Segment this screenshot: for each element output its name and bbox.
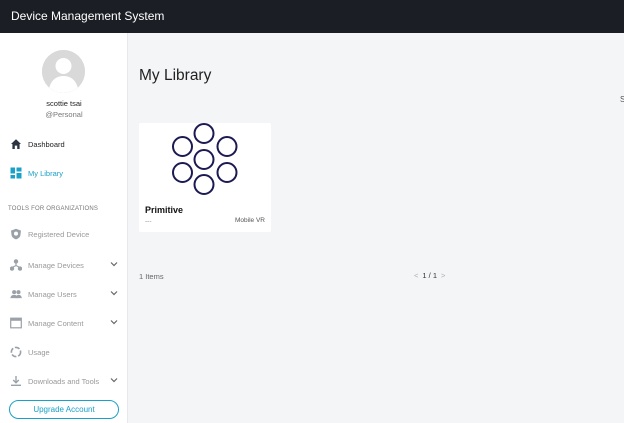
hierarchy-icon bbox=[10, 259, 22, 271]
sidebar: scottie tsai @Personal Dashboard My Libr… bbox=[0, 33, 128, 423]
sidebar-item-label: Manage Users bbox=[28, 289, 77, 299]
sidebar-item-label: Manage Content bbox=[28, 318, 84, 328]
sidebar-item-downloads-and-tools[interactable]: Downloads and Tools bbox=[0, 371, 128, 391]
users-icon bbox=[10, 288, 22, 300]
card-subtitle: --- bbox=[145, 218, 152, 225]
top-bar: Device Management System bbox=[0, 0, 624, 33]
usage-ring-icon bbox=[10, 346, 22, 358]
shield-icon bbox=[10, 228, 22, 240]
card-platform: Mobile VR bbox=[235, 217, 265, 224]
download-icon bbox=[10, 375, 22, 387]
sidebar-item-manage-devices[interactable]: Manage Devices bbox=[0, 255, 128, 275]
items-count: 1 Items bbox=[139, 272, 164, 281]
sidebar-item-usage[interactable]: Usage bbox=[0, 342, 128, 362]
sidebar-item-label: Dashboard bbox=[28, 139, 65, 149]
sidebar-item-registered-device[interactable]: Registered Device bbox=[0, 224, 128, 244]
chevron-down-icon[interactable] bbox=[110, 375, 118, 385]
sidebar-item-label: Downloads and Tools bbox=[28, 376, 100, 386]
next-page-button[interactable]: > bbox=[441, 271, 445, 280]
chevron-down-icon[interactable] bbox=[110, 288, 118, 298]
home-icon bbox=[10, 138, 22, 150]
primitive-thumbnail-icon bbox=[172, 123, 238, 195]
window-icon bbox=[10, 317, 22, 329]
sidebar-item-manage-users[interactable]: Manage Users bbox=[0, 284, 128, 304]
page-indicator: 1 / 1 bbox=[422, 271, 437, 280]
sidebar-item-label: Manage Devices bbox=[28, 260, 84, 270]
sidebar-item-label: My Library bbox=[28, 168, 64, 178]
chevron-down-icon[interactable] bbox=[110, 317, 118, 327]
library-card[interactable]: Primitive --- Mobile VR bbox=[139, 123, 271, 232]
pagination: < 1 / 1 > bbox=[414, 271, 445, 280]
user-org: @Personal bbox=[45, 110, 83, 119]
user-name: scottie tsai bbox=[46, 99, 82, 108]
upgrade-account-button[interactable]: Upgrade Account bbox=[9, 400, 119, 419]
app-title: Device Management System bbox=[11, 9, 165, 23]
avatar[interactable] bbox=[42, 50, 85, 93]
card-title: Primitive bbox=[145, 205, 184, 215]
section-label: TOOLS FOR ORGANIZATIONS bbox=[8, 206, 99, 212]
sidebar-item-label: Registered Device bbox=[28, 229, 90, 239]
grid-icon bbox=[10, 167, 22, 179]
sidebar-item-manage-content[interactable]: Manage Content bbox=[0, 313, 128, 333]
sidebar-item-my-library[interactable]: My Library bbox=[0, 163, 128, 183]
avatar-placeholder-icon bbox=[42, 50, 85, 93]
sidebar-item-dashboard[interactable]: Dashboard bbox=[0, 134, 128, 154]
chevron-down-icon[interactable] bbox=[110, 259, 118, 269]
clipped-edge-text: S bbox=[620, 95, 624, 104]
page-title: My Library bbox=[139, 67, 212, 84]
sidebar-item-label: Usage bbox=[28, 347, 50, 357]
prev-page-button[interactable]: < bbox=[414, 271, 418, 280]
